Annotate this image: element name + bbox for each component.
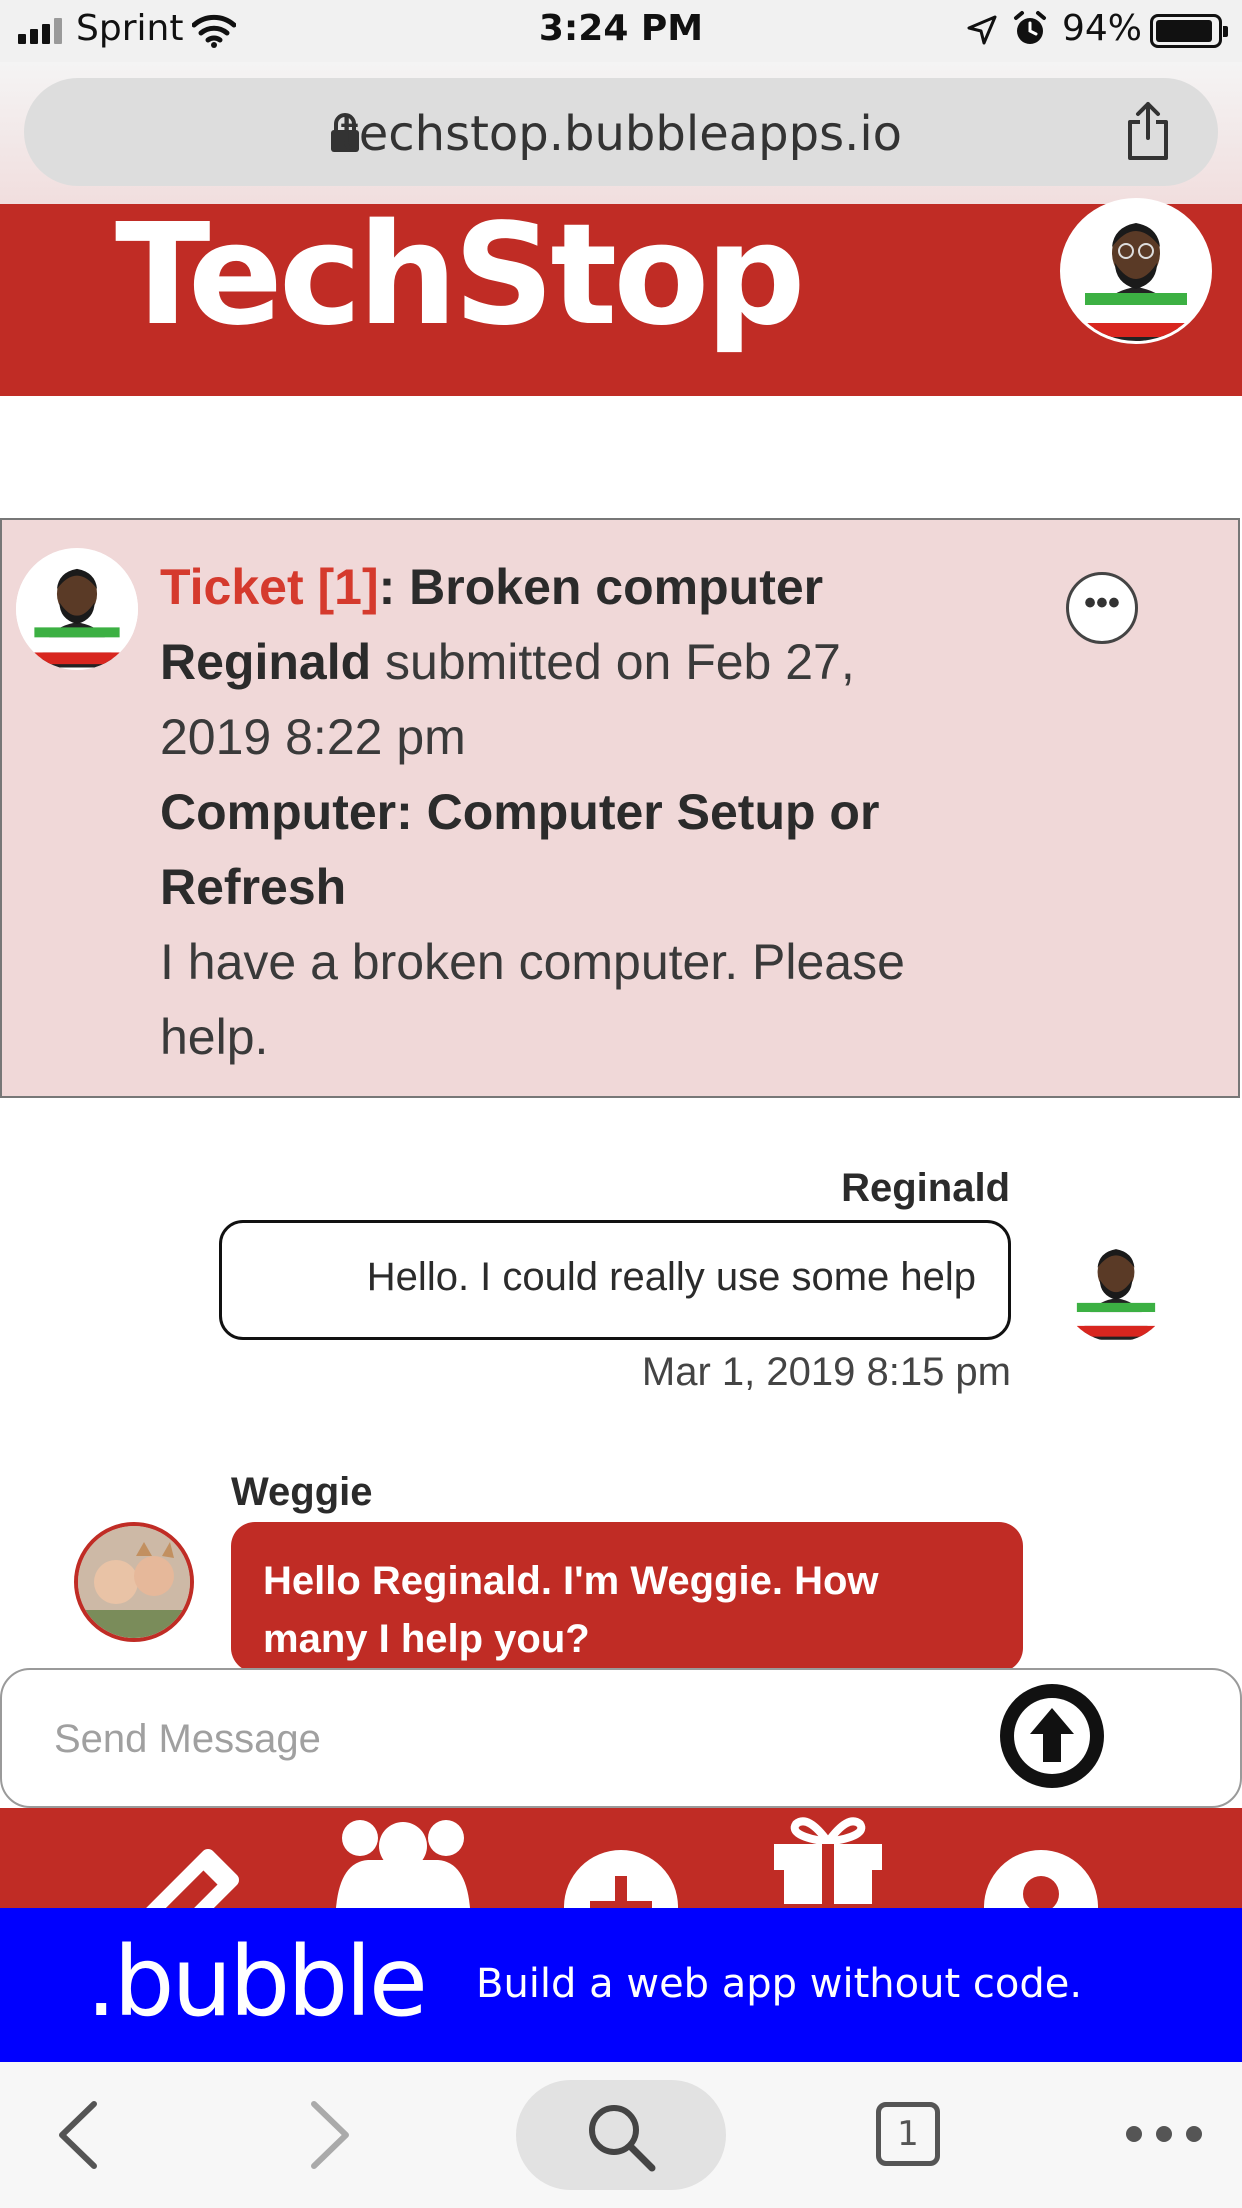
- ticket-details: Ticket [1]: Broken computer Reginald sub…: [160, 550, 1020, 1075]
- add-icon[interactable]: [562, 1848, 680, 1908]
- back-icon[interactable]: [56, 2100, 100, 2170]
- ticket-heading: Ticket [1]: Broken computer: [160, 550, 1020, 625]
- share-icon[interactable]: [1124, 100, 1172, 162]
- profile-icon[interactable]: [982, 1848, 1100, 1908]
- avatar-image: [78, 1526, 190, 1638]
- ticket-subject: : Broken computer: [378, 559, 824, 615]
- address-bar[interactable]: techstop.bubbleapps.io: [24, 78, 1218, 186]
- users-icon[interactable]: [328, 1818, 478, 1908]
- search-button[interactable]: [516, 2080, 726, 2190]
- ticket-submitted-date: 2019 8:22 pm: [160, 709, 466, 765]
- message-text: Hello Reginald. I'm Weggie. How many I h…: [263, 1552, 983, 1668]
- battery-percent: 94%: [1062, 8, 1143, 49]
- ticket-label: Ticket [1]: [160, 559, 379, 615]
- location-arrow-icon: [967, 15, 997, 45]
- ticket-submitted-text: submitted on Feb 27,: [371, 634, 855, 690]
- ticket-submitted: Reginald submitted on Feb 27,: [160, 625, 1020, 700]
- battery-icon: [1150, 14, 1228, 48]
- avatar-image: [1063, 201, 1209, 341]
- bubble-tagline: Build a web app without code.: [476, 1961, 1083, 2007]
- ticket-avatar: [16, 548, 138, 670]
- send-button[interactable]: [1000, 1684, 1104, 1788]
- message-text-line2: many I help you?: [263, 1617, 590, 1661]
- message-text-line1: Hello Reginald. I'm Weggie. How: [263, 1559, 879, 1603]
- ticket-description-line1: I have a broken computer. Please: [160, 934, 905, 990]
- message-avatar: [74, 1522, 194, 1642]
- url-text: techstop.bubbleapps.io: [339, 106, 903, 162]
- ticket-icon[interactable]: [128, 1836, 252, 1908]
- avatar-image: [1060, 1232, 1172, 1340]
- bottom-nav: [0, 1808, 1242, 1908]
- message-sender: Reginald: [841, 1166, 1010, 1210]
- bubble-banner[interactable]: .bubble Build a web app without code.: [0, 1908, 1242, 2062]
- browser-toolbar: 1: [0, 2062, 1242, 2208]
- app-title: TechStop: [115, 194, 806, 357]
- avatar-image: [16, 550, 138, 668]
- gift-icon[interactable]: [768, 1814, 888, 1904]
- message-timestamp: Mar 1, 2019 8:15 pm: [641, 1350, 1011, 1394]
- more-horizontal-icon[interactable]: •••: [1066, 572, 1138, 644]
- browser-address-area: techstop.bubbleapps.io: [0, 62, 1242, 204]
- ticket-card[interactable]: Ticket [1]: Broken computer Reginald sub…: [0, 518, 1240, 1098]
- status-bar: Sprint 3:24 PM 94%: [0, 0, 1242, 62]
- message-composer: [0, 1668, 1242, 1808]
- tabs-icon[interactable]: 1: [876, 2102, 940, 2166]
- ticket-category-line2: Refresh: [160, 859, 347, 915]
- message-avatar: [1060, 1230, 1172, 1342]
- user-avatar[interactable]: [1060, 198, 1212, 344]
- app-header: TechStop: [0, 194, 1242, 396]
- alarm-clock-icon: [1014, 11, 1046, 44]
- message-text: Hello. I could really use some help: [366, 1255, 976, 1299]
- message-bubble: Hello. I could really use some help: [219, 1220, 1011, 1340]
- ticket-submitter: Reginald: [160, 634, 372, 690]
- message-sender: Weggie: [231, 1470, 373, 1514]
- ticket-category-line1: Computer: Computer Setup or: [160, 784, 880, 840]
- message-bubble: Hello Reginald. I'm Weggie. How many I h…: [231, 1522, 1023, 1672]
- ticket-description-line2: help.: [160, 1009, 269, 1065]
- message-input[interactable]: [52, 1698, 956, 1780]
- search-icon: [589, 2105, 656, 2172]
- bubble-logo: .bubble: [86, 1926, 428, 2038]
- menu-dots-icon[interactable]: [1124, 2124, 1204, 2144]
- forward-icon[interactable]: [308, 2100, 352, 2170]
- arrow-up-circle-icon: [1014, 1698, 1090, 1774]
- clock-time: 3:24 PM: [538, 8, 704, 49]
